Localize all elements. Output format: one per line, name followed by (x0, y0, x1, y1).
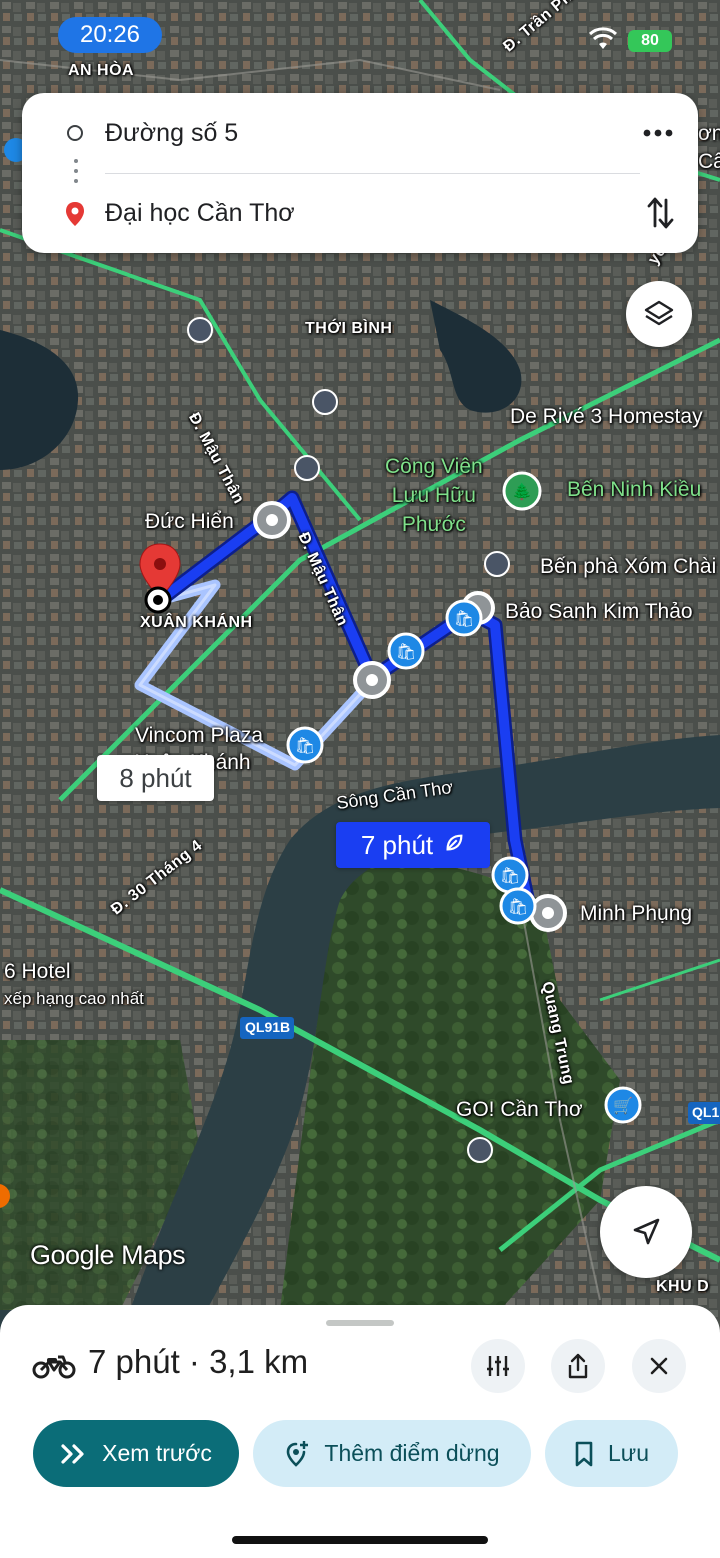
directions-card: Đường số 5 Đại học Cần Thơ (22, 93, 698, 253)
add-stop-button[interactable]: Thêm điểm dừng (253, 1420, 531, 1487)
preview-button[interactable]: Xem trước (33, 1420, 239, 1487)
origin-circle-icon (67, 125, 83, 141)
origin-row[interactable]: Đường số 5 (22, 97, 698, 169)
route-bottom-sheet: 7 phút · 3,1 km Xem trước Thêm điểm dừng (0, 1305, 720, 1558)
svg-text:🛍: 🛍 (500, 866, 520, 885)
map-label-go: GO! Cần Thơ (456, 1098, 583, 1121)
bookmark-icon (575, 1441, 593, 1466)
close-icon (650, 1357, 668, 1375)
tune-icon (487, 1356, 509, 1376)
alt-route-time-label[interactable]: 8 phút (97, 755, 214, 801)
drag-handle[interactable] (326, 1320, 394, 1326)
destination-row[interactable]: Đại học Cần Thơ (22, 177, 698, 249)
map-label-ben-ninh-kieu: Bến Ninh Kiều (567, 478, 702, 501)
destination-text[interactable]: Đại học Cần Thơ (105, 199, 295, 228)
location-pin-icon (64, 201, 86, 232)
map-label-minh-phung: Minh Phụng (580, 902, 693, 925)
layers-icon (644, 300, 674, 326)
svg-text:🛒: 🛒 (613, 1096, 633, 1115)
svg-text:🛍: 🛍 (508, 897, 528, 916)
map-label-right-edge: ơn M Câ (698, 122, 720, 173)
map-label-thoi-binh: THỚI BÌNH (305, 320, 393, 337)
share-button[interactable] (551, 1339, 605, 1393)
main-route-time: 7 phút (360, 829, 434, 860)
map-label-xuan-khanh: XUÂN KHÁNH (140, 614, 253, 631)
double-chevron-right-icon (61, 1443, 84, 1464)
origin-text[interactable]: Đường số 5 (105, 119, 238, 148)
add-stop-label: Thêm điểm dừng (324, 1440, 500, 1466)
close-button[interactable] (632, 1339, 686, 1393)
battery-indicator: 80 (628, 30, 672, 52)
map-label-xep-hang: xếp hạng cao nhất (4, 989, 144, 1008)
main-route-time-label[interactable]: 7 phút (336, 822, 490, 868)
map-label-duc-hien: Đức Hiển (145, 510, 234, 533)
leaf-icon (443, 830, 465, 861)
map-label-hotel: 6 Hotel (4, 960, 71, 983)
swap-button[interactable] (640, 193, 680, 233)
map-label-ben-pha: Bến phà Xóm Chài (540, 555, 717, 578)
map-label-ql91b: QL91B (245, 1019, 291, 1035)
svg-text:🌲: 🌲 (512, 482, 532, 501)
map-label-cong-vien: Công Viên Lưu Hữu Phước (385, 455, 483, 536)
svg-text:🛍: 🛍 (295, 736, 315, 755)
map-label-homestay: De Rivé 3 Homestay (510, 405, 703, 428)
more-horiz-icon (643, 129, 673, 137)
route-summary: 7 phút · 3,1 km (88, 1343, 309, 1380)
share-icon (568, 1353, 588, 1379)
my-location-button[interactable] (600, 1186, 692, 1278)
status-time: 20:26 (58, 17, 162, 53)
google-maps-logo: Google Maps (30, 1240, 186, 1270)
route-options-button[interactable] (471, 1339, 525, 1393)
map-label-ql1: QL1 (692, 1104, 720, 1120)
svg-text:🛍: 🛍 (396, 642, 416, 661)
preview-label: Xem trước (102, 1440, 212, 1466)
save-button[interactable]: Lưu (545, 1420, 678, 1487)
add-location-icon (287, 1440, 309, 1467)
motorbike-icon (32, 1355, 76, 1379)
map-label-khu: KHU D (656, 1278, 710, 1295)
swap-vertical-icon (647, 197, 674, 229)
more-options-button[interactable] (638, 113, 678, 153)
layers-button[interactable] (626, 281, 692, 347)
save-label: Lưu (608, 1440, 649, 1466)
navigation-arrow-icon (633, 1218, 660, 1245)
wifi-icon (588, 27, 618, 49)
svg-text:🛍: 🛍 (454, 609, 474, 628)
home-indicator (232, 1536, 488, 1544)
map-label-bao-sanh: Bảo Sanh Kim Thảo (505, 600, 693, 623)
divider (105, 173, 640, 174)
map-label-an-hoa: AN HÒA (68, 62, 135, 79)
